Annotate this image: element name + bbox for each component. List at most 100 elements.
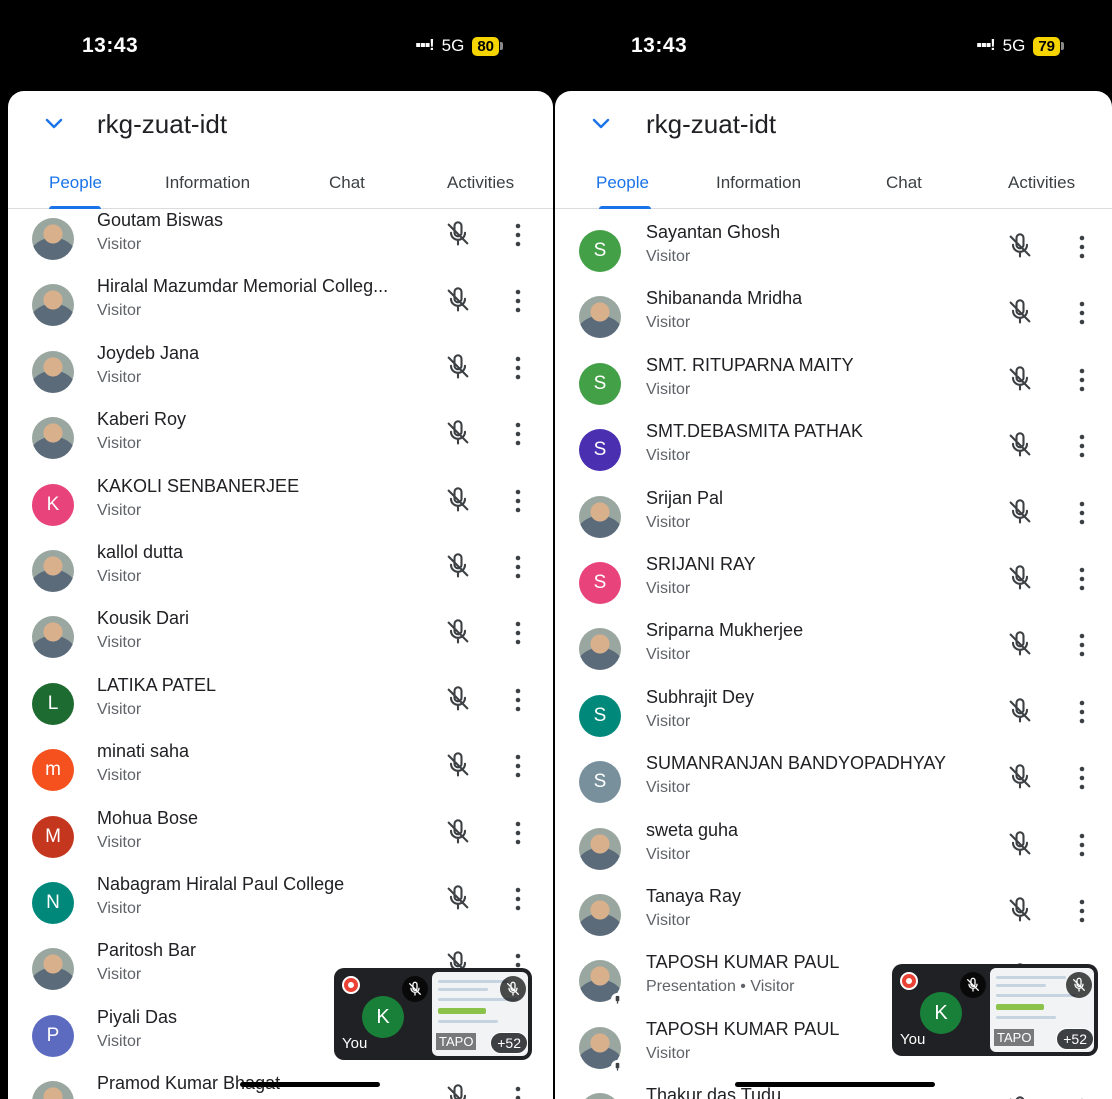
participant-name: SRIJANI RAY	[646, 554, 756, 574]
mic-off-icon[interactable]	[444, 751, 472, 779]
mic-off-icon[interactable]	[444, 220, 472, 248]
more-options-icon[interactable]	[1077, 632, 1087, 658]
more-options-icon[interactable]	[513, 222, 523, 248]
home-indicator[interactable]	[735, 1082, 935, 1087]
participant-row[interactable]: M Mohua Bose Visitor	[8, 805, 553, 871]
tab-chat[interactable]: Chat	[886, 173, 922, 193]
mic-off-icon[interactable]	[1006, 564, 1034, 592]
avatar: M	[32, 815, 74, 858]
participant-row[interactable]: kallol dutta Visitor	[8, 539, 553, 605]
participant-row[interactable]: Joydeb Jana Visitor	[8, 340, 553, 406]
more-options-icon[interactable]	[513, 687, 523, 713]
more-options-icon[interactable]	[1077, 433, 1087, 459]
more-participants-badge[interactable]: +52	[490, 1032, 528, 1054]
self-view-pip[interactable]: K You TAPO +52	[892, 964, 1098, 1056]
chevron-down-icon[interactable]	[589, 111, 613, 135]
more-options-icon[interactable]	[1077, 234, 1087, 260]
participant-name: Sayantan Ghosh	[646, 222, 781, 242]
more-options-icon[interactable]	[1077, 699, 1087, 725]
participant-row[interactable]: Kaberi Roy Visitor	[8, 406, 553, 472]
mic-off-icon[interactable]	[1006, 1095, 1034, 1099]
more-options-icon[interactable]	[513, 753, 523, 779]
participant-row[interactable]: m minati saha Visitor	[8, 738, 553, 804]
participants-sheet: rkg-zuat-idt People Information Chat Act…	[555, 91, 1112, 1099]
mic-off-icon[interactable]	[1006, 232, 1034, 260]
mic-off-icon[interactable]	[1006, 298, 1034, 326]
more-options-icon[interactable]	[1077, 566, 1087, 592]
mic-off-icon[interactable]	[444, 685, 472, 713]
participant-row[interactable]: K KAKOLI SENBANERJEE Visitor	[8, 473, 553, 539]
more-options-icon[interactable]	[513, 554, 523, 580]
more-options-icon[interactable]	[513, 820, 523, 846]
tab-people[interactable]: People	[49, 173, 102, 193]
participant-role: Visitor	[646, 845, 691, 863]
more-options-icon[interactable]	[513, 488, 523, 514]
participant-row[interactable]: S Sayantan Ghosh Visitor	[555, 219, 1112, 285]
mic-off-icon[interactable]	[444, 1083, 472, 1099]
participant-row[interactable]: Hiralal Mazumdar Memorial Colleg... Visit…	[8, 273, 553, 339]
participant-row[interactable]: S SMT. RITUPARNA MAITY Visitor	[555, 352, 1112, 418]
mic-off-icon[interactable]	[1006, 365, 1034, 393]
home-indicator[interactable]	[240, 1082, 380, 1087]
participant-row[interactable]: S SUMANRANJAN BANDYOPADHYAY Visitor	[555, 750, 1112, 816]
more-options-icon[interactable]	[1077, 500, 1087, 526]
participant-row[interactable]: Kousik Dari Visitor	[8, 605, 553, 671]
participant-row[interactable]: Tanaya Ray Visitor	[555, 883, 1112, 949]
self-view-pip[interactable]: K You TAPO +52	[334, 968, 532, 1060]
mic-off-icon[interactable]	[444, 618, 472, 646]
more-options-icon[interactable]	[1077, 765, 1087, 791]
participant-name: Goutam Biswas	[97, 210, 224, 230]
participant-row[interactable]: Shibananda Mridha Visitor	[555, 285, 1112, 351]
mic-off-icon[interactable]	[444, 552, 472, 580]
mic-off-icon[interactable]	[1006, 830, 1034, 858]
mic-off-icon[interactable]	[1006, 763, 1034, 791]
participant-row[interactable]: S SMT.DEBASMITA PATHAK Visitor	[555, 418, 1112, 484]
avatar: S	[579, 761, 621, 804]
more-options-icon[interactable]	[513, 1085, 523, 1099]
participant-row[interactable]: Sriparna Mukherjee Visitor	[555, 617, 1112, 683]
more-options-icon[interactable]	[1077, 367, 1087, 393]
more-options-icon[interactable]	[513, 288, 523, 314]
mic-off-icon[interactable]	[1006, 431, 1034, 459]
mic-off-icon[interactable]	[444, 419, 472, 447]
tab-activities[interactable]: Activities	[447, 173, 514, 193]
mic-off-icon[interactable]	[1006, 697, 1034, 725]
mic-off-icon	[1066, 972, 1092, 998]
tab-information[interactable]: Information	[165, 173, 250, 193]
tab-chat[interactable]: Chat	[329, 173, 365, 193]
more-options-icon[interactable]	[513, 355, 523, 381]
participant-role: Visitor	[646, 447, 691, 465]
meeting-code-title: rkg-zuat-idt	[646, 109, 777, 139]
participant-row[interactable]: S Subhrajit Dey Visitor	[555, 684, 1112, 750]
chevron-down-icon[interactable]	[42, 111, 66, 135]
more-options-icon[interactable]	[1077, 832, 1087, 858]
mic-off-icon[interactable]	[444, 486, 472, 514]
participant-row[interactable]: N Nabagram Hiralal Paul College Visitor	[8, 871, 553, 937]
mic-off-icon[interactable]	[444, 286, 472, 314]
mic-off-icon[interactable]	[1006, 498, 1034, 526]
more-options-icon[interactable]	[513, 886, 523, 912]
tab-people[interactable]: People	[596, 173, 649, 193]
participants-sheet: rkg-zuat-idt People Information Chat Act…	[8, 91, 553, 1099]
participant-row[interactable]: sweta guha Visitor	[555, 817, 1112, 883]
participant-row[interactable]: S SRIJANI RAY Visitor	[555, 551, 1112, 617]
participant-name: Kaberi Roy	[97, 409, 187, 430]
signal-icon: ▪▪▪!	[976, 37, 995, 54]
more-participants-badge[interactable]: +52	[1056, 1028, 1094, 1050]
mic-off-icon[interactable]	[444, 353, 472, 381]
tab-information[interactable]: Information	[716, 173, 801, 193]
more-options-icon[interactable]	[513, 421, 523, 447]
tab-bar: People Information Chat Activities	[555, 161, 1112, 209]
more-options-icon[interactable]	[1077, 898, 1087, 924]
more-options-icon[interactable]	[513, 620, 523, 646]
mic-off-icon[interactable]	[444, 884, 472, 912]
participant-row[interactable]: Srijan Pal Visitor	[555, 485, 1112, 551]
participant-row[interactable]: L LATIKA PATEL Visitor	[8, 672, 553, 738]
mic-off-icon[interactable]	[1006, 630, 1034, 658]
mic-off-icon[interactable]	[444, 818, 472, 846]
mic-off-icon[interactable]	[1006, 896, 1034, 924]
tab-activities[interactable]: Activities	[1008, 173, 1075, 193]
avatar	[579, 495, 621, 538]
participant-row[interactable]: Goutam Biswas Visitor	[8, 207, 553, 273]
more-options-icon[interactable]	[1077, 300, 1087, 326]
